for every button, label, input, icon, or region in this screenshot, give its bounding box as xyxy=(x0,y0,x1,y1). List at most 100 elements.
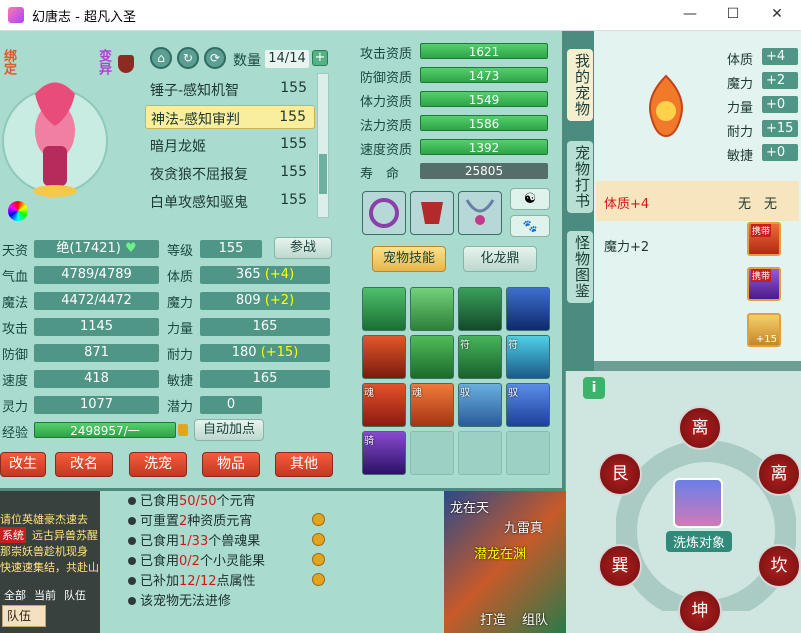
close-icon[interactable]: ✕ xyxy=(767,4,787,24)
aptitude-label: 体力资质 xyxy=(360,95,413,110)
fight-button[interactable]: 参战 xyxy=(274,237,332,259)
trigram-xun[interactable]: 巽 xyxy=(598,544,642,588)
skill-slot[interactable]: 骑 xyxy=(362,431,406,475)
equip-collar-slot[interactable] xyxy=(362,191,406,235)
list-item[interactable]: 暗月龙姬 155 xyxy=(145,133,315,157)
rstat-value: +2 xyxy=(762,72,798,89)
skill-slot[interactable]: 魂 xyxy=(410,383,454,427)
add-pet-button[interactable]: + xyxy=(312,50,328,66)
rebirth-button[interactable]: 改生 xyxy=(0,452,46,477)
system-tag: 系统 xyxy=(0,527,26,543)
count-label: 数量 xyxy=(233,53,261,69)
skill-slot[interactable]: 魂 xyxy=(362,383,406,427)
tab-my-pets[interactable]: 我的宠物 xyxy=(567,49,593,121)
chat-tab-all[interactable]: 全部 xyxy=(4,587,26,603)
empty-skill-slot[interactable] xyxy=(458,431,502,475)
rstat-value: +0 xyxy=(762,96,798,113)
map-text: 九雷真 xyxy=(504,521,544,536)
pet-skills-tab[interactable]: 宠物技能 xyxy=(372,246,446,272)
info-icon[interactable]: i xyxy=(583,377,605,399)
rename-button[interactable]: 改名 xyxy=(55,452,113,477)
empty-skill-slot[interactable] xyxy=(410,431,454,475)
team-button[interactable]: 组队 xyxy=(522,609,548,628)
chat-tab-current[interactable]: 当前 xyxy=(34,587,56,603)
chat-tab-team[interactable]: 队伍 xyxy=(64,587,86,603)
coin-icon[interactable] xyxy=(312,533,325,546)
skill-slot[interactable] xyxy=(362,287,406,331)
empty-skill-slot[interactable] xyxy=(506,431,550,475)
list-item-selected[interactable]: 神法-感知审判 155 xyxy=(145,105,315,129)
stat-label: 天资 xyxy=(2,244,29,259)
stat-label: 灵力 xyxy=(2,400,29,415)
rstat-label: 力量 xyxy=(727,101,754,116)
skill-slot[interactable]: 驭 xyxy=(506,383,550,427)
trigram-li-top[interactable]: 离 xyxy=(678,406,722,450)
coin-icon[interactable] xyxy=(312,513,325,526)
coin-icon[interactable] xyxy=(312,553,325,566)
stat-label: 魔法 xyxy=(2,296,29,311)
wash-target-avatar[interactable] xyxy=(673,478,723,528)
pet-list-scrollbar[interactable] xyxy=(317,73,329,218)
chat-line: 远古异兽苏醒 xyxy=(32,529,98,542)
dragon-cauldron-tab[interactable]: 化龙鼎 xyxy=(463,246,537,272)
stat-value: 809 (+2) xyxy=(200,292,330,310)
aptitude-bar: 1586 xyxy=(420,115,548,131)
wash-pet-button[interactable]: 洗宠 xyxy=(129,452,187,477)
pet-count: 14/14 xyxy=(265,50,309,68)
skill-slot[interactable] xyxy=(410,287,454,331)
skill-slot[interactable] xyxy=(410,335,454,379)
mutant-tag: 变异 xyxy=(96,49,111,75)
trigram-kun[interactable]: 坤 xyxy=(678,589,722,633)
skill-slot[interactable]: 符 xyxy=(506,335,550,379)
stat-label: 体质 xyxy=(167,270,194,285)
minimize-icon[interactable]: — xyxy=(680,4,700,24)
carry-item-icon[interactable]: 携带 xyxy=(747,222,781,256)
bonus-item-icon[interactable]: +15 xyxy=(747,313,781,347)
chat-channel-input[interactable]: 队伍 xyxy=(2,605,46,627)
trigram-kan[interactable]: 坎 xyxy=(757,544,801,588)
equip-amulet-slot[interactable] xyxy=(458,191,502,235)
trigram-gen[interactable]: 艮 xyxy=(598,452,642,496)
tab-pet-books[interactable]: 宠物打书 xyxy=(567,141,593,213)
cycle-icon[interactable]: ⟳ xyxy=(204,47,226,69)
map-text: 龙在天 xyxy=(450,501,490,516)
stat-label: 攻击 xyxy=(2,322,29,337)
skill-slot[interactable]: 驭 xyxy=(458,383,502,427)
rstat-label: 体质 xyxy=(727,53,754,68)
carry-item-icon[interactable]: 携带 xyxy=(747,267,781,301)
color-wheel-icon[interactable] xyxy=(8,201,28,221)
chat-line: 请位英雄豪杰速去 xyxy=(0,513,88,526)
stat-value: 1077 xyxy=(34,396,159,414)
aptitude-label: 速度资质 xyxy=(360,143,413,158)
refresh-icon[interactable]: ↻ xyxy=(177,47,199,69)
stat-value: 418 xyxy=(34,370,159,388)
maximize-icon[interactable]: ☐ xyxy=(723,4,743,24)
items-button[interactable]: 物品 xyxy=(202,452,260,477)
forge-button[interactable]: 打造 xyxy=(480,609,506,628)
skill-slot[interactable] xyxy=(506,287,550,331)
list-item[interactable]: 锤子-感知机智 155 xyxy=(145,77,315,101)
aptitude-bar: 1621 xyxy=(420,43,548,59)
auto-points-button[interactable]: 自动加点 xyxy=(194,419,264,441)
skill-slot[interactable] xyxy=(362,335,406,379)
coin-icon[interactable] xyxy=(312,573,325,586)
aptitude-label: 攻击资质 xyxy=(360,47,413,62)
stat-value: 165 xyxy=(200,318,330,336)
paw-button[interactable]: 🐾 xyxy=(510,215,550,237)
stat-value: 165 xyxy=(200,370,330,388)
info-line: 可重置2种资质元宵 xyxy=(128,510,252,529)
skill-slot[interactable]: 符 xyxy=(458,335,502,379)
stat-label: 速度 xyxy=(2,374,29,389)
other-button[interactable]: 其他 xyxy=(275,452,333,477)
list-item[interactable]: 夜贪狼不屈报复 155 xyxy=(145,161,315,185)
trigram-li-right[interactable]: 离 xyxy=(757,452,801,496)
stat-label: 潜力 xyxy=(167,400,194,415)
list-item[interactable]: 白单攻感知驱鬼 155 xyxy=(145,189,315,213)
equip-armor-slot[interactable] xyxy=(410,191,454,235)
scroll-thumb[interactable] xyxy=(319,154,327,194)
yin-yang-button[interactable]: ☯ xyxy=(510,188,550,210)
home-icon[interactable]: ⌂ xyxy=(150,47,172,69)
heart-icon: ♥ xyxy=(124,241,137,256)
skill-slot[interactable] xyxy=(458,287,502,331)
tab-monster-guide[interactable]: 怪物图鉴 xyxy=(567,231,593,303)
